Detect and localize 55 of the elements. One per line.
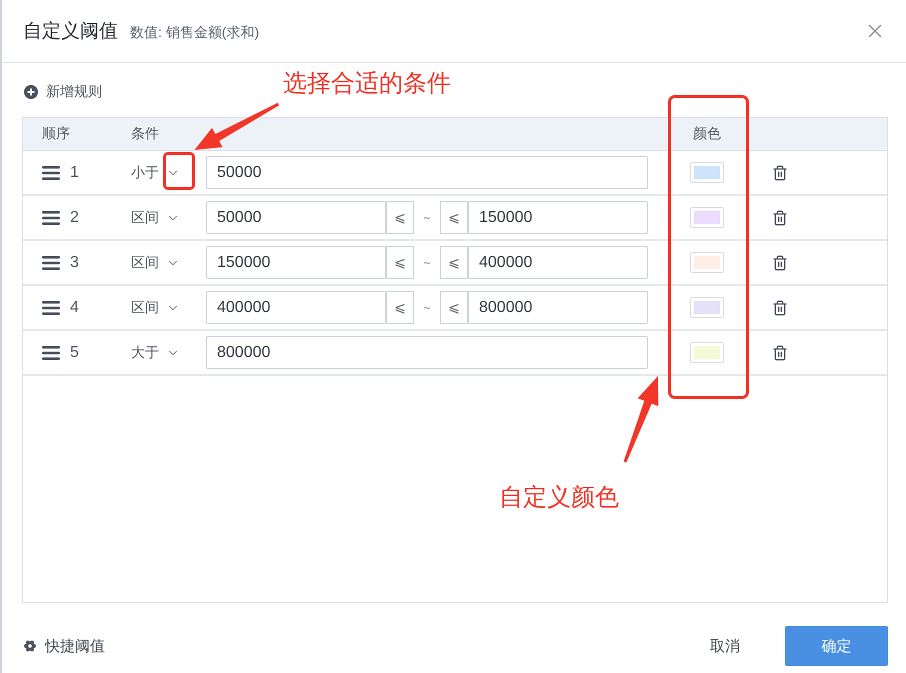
highlight-frame (163, 152, 195, 190)
annotation-text: 选择合适的条件 (283, 70, 451, 98)
trash-icon[interactable] (772, 344, 788, 360)
range-start-input[interactable]: 50000 (206, 201, 386, 234)
drag-handle-icon[interactable] (42, 256, 60, 270)
dialog-title: 自定义阈值 (23, 20, 118, 44)
condition-select[interactable]: 区间 (131, 254, 180, 272)
cancel-button[interactable]: 取消 (690, 626, 760, 666)
operator-toggle[interactable]: ⩽ (386, 201, 414, 234)
column-header: 顺序 (42, 125, 70, 143)
range-end-input[interactable]: 150000 (468, 201, 648, 234)
drag-handle-icon[interactable] (42, 166, 60, 180)
condition-select[interactable]: 小于 (131, 164, 180, 182)
color-swatch[interactable] (690, 207, 724, 228)
drag-handle-icon[interactable] (42, 346, 60, 360)
range-end-input[interactable]: 800000 (468, 291, 648, 324)
drag-handle-icon[interactable] (42, 210, 60, 224)
range-separator: ~ (423, 256, 430, 270)
trash-icon[interactable] (772, 300, 788, 316)
value-input[interactable]: 800000 (206, 336, 648, 369)
trash-icon[interactable] (772, 164, 788, 180)
color-swatch[interactable] (690, 252, 724, 273)
order-number: 3 (70, 254, 79, 272)
condition-select[interactable]: 大于 (131, 344, 180, 362)
trash-icon[interactable] (772, 210, 788, 226)
operator-toggle[interactable]: ⩽ (440, 201, 468, 234)
color-swatch[interactable] (690, 162, 724, 183)
add-rule-button[interactable]: 新增规则 (24, 83, 102, 101)
range-separator: ~ (423, 210, 430, 224)
annotation-text: 自定义颜色 (499, 484, 619, 512)
condition-select[interactable]: 区间 (131, 298, 180, 316)
range-start-input[interactable]: 400000 (206, 291, 386, 324)
operator-toggle[interactable]: ⩽ (440, 246, 468, 279)
range-start-input[interactable]: 150000 (206, 246, 386, 279)
operator-toggle[interactable]: ⩽ (386, 246, 414, 279)
order-number: 4 (70, 298, 79, 316)
column-header: 颜色 (693, 125, 721, 143)
order-number: 5 (70, 344, 79, 362)
value-input[interactable]: 50000 (206, 156, 648, 189)
color-swatch[interactable] (690, 342, 724, 363)
range-separator: ~ (423, 300, 430, 314)
operator-toggle[interactable]: ⩽ (386, 291, 414, 324)
quick-threshold-button[interactable]: 快捷阈值 (24, 636, 105, 656)
trash-icon[interactable] (772, 254, 788, 270)
order-number: 1 (70, 164, 79, 182)
plus-circle-icon (24, 85, 38, 99)
condition-select[interactable]: 区间 (131, 208, 180, 226)
operator-toggle[interactable]: ⩽ (440, 291, 468, 324)
column-header: 条件 (131, 125, 159, 143)
drag-handle-icon[interactable] (42, 300, 60, 314)
color-swatch[interactable] (690, 297, 724, 318)
gear-icon (24, 640, 36, 652)
order-number: 2 (70, 208, 79, 226)
range-end-input[interactable]: 400000 (468, 246, 648, 279)
dialog-subtitle: 数值: 销售金额(求和) (130, 24, 260, 42)
